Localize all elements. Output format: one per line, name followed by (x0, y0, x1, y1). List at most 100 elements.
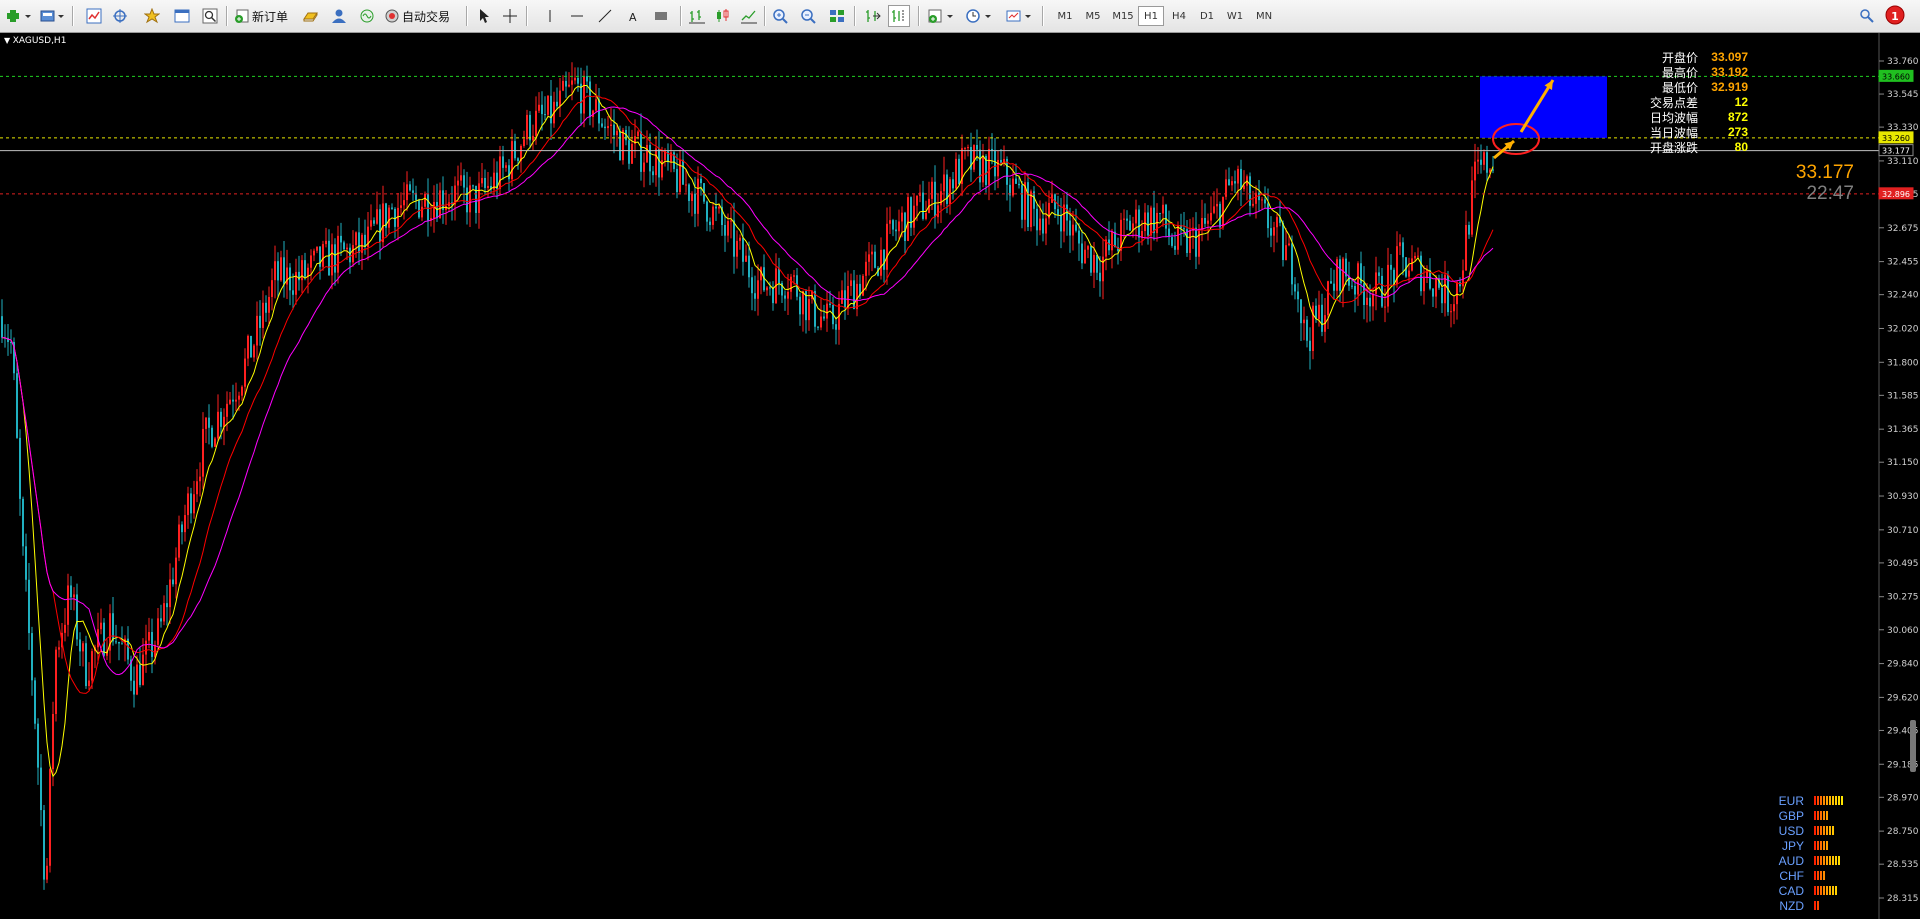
data-window-button[interactable] (110, 5, 130, 27)
candle-body (1255, 192, 1257, 204)
trendline-tool[interactable] (594, 5, 616, 27)
candle-body (271, 280, 273, 297)
timeframe-h1[interactable]: H1 (1138, 6, 1164, 26)
price-chart[interactable]: 33.76033.54533.33033.11032.89532.67532.4… (0, 33, 1920, 919)
horizontal-line-tool[interactable] (566, 5, 588, 27)
candle-body (790, 276, 792, 292)
candle-body (898, 221, 900, 232)
candle-body (178, 524, 180, 558)
candle-body (274, 261, 276, 281)
candle-body (685, 184, 687, 186)
candle-body (100, 622, 102, 630)
candle-body (85, 643, 87, 687)
chart-shift-button[interactable] (888, 5, 910, 27)
price-axis-label: 29.840 (1887, 660, 1919, 670)
autoscroll-button[interactable] (862, 5, 884, 27)
strength-bar (1814, 841, 1816, 850)
stat-value: 32.919 (1711, 80, 1748, 94)
currency-strength-row: GBP (1768, 808, 1828, 823)
candle-body (82, 643, 84, 652)
bar-chart-button[interactable] (686, 5, 708, 27)
candle-body (715, 206, 717, 209)
auto-trading-button[interactable]: 自动交易 (384, 5, 460, 27)
candlestick-button[interactable] (712, 5, 734, 27)
strategy-tester-button[interactable] (200, 5, 220, 27)
chart-menu-triangle-icon[interactable]: ▼ (4, 36, 13, 45)
indicators-button[interactable] (926, 5, 958, 27)
candle-body (802, 291, 804, 315)
zoom-out-button[interactable] (798, 5, 820, 27)
candle-body (46, 865, 48, 880)
candle-body (1414, 255, 1416, 259)
templates-button[interactable] (1004, 5, 1036, 27)
strength-bar (1829, 796, 1831, 805)
candle-body (1390, 264, 1392, 270)
timeframe-w1[interactable]: W1 (1222, 6, 1248, 26)
candle-body (946, 174, 948, 204)
timeframe-m1[interactable]: M1 (1052, 6, 1078, 26)
gold-bar-icon (303, 12, 318, 22)
svg-text:A: A (629, 11, 637, 24)
timeframe-mn[interactable]: MN (1250, 6, 1278, 26)
periodicity-button[interactable] (964, 5, 996, 27)
candle-body (988, 148, 990, 185)
candle-body (1090, 246, 1092, 273)
candle-body (316, 246, 318, 251)
candle-body (1282, 222, 1284, 261)
label-icon (655, 12, 667, 20)
vertical-line-tool[interactable] (540, 5, 560, 27)
new-chart-button[interactable] (4, 5, 34, 27)
candle-body (253, 345, 255, 358)
market-watch-button[interactable] (84, 5, 104, 27)
candle-body (175, 557, 177, 585)
candle-body (1303, 319, 1305, 324)
candle-body (1369, 297, 1371, 307)
strength-bar (1814, 811, 1816, 820)
candle-body (295, 271, 297, 295)
chart-shift-icon (892, 10, 904, 22)
tile-windows-button[interactable] (826, 5, 848, 27)
zoom-in-button[interactable] (770, 5, 792, 27)
timeframe-h4[interactable]: H4 (1166, 6, 1192, 26)
stat-value: 12 (1734, 95, 1748, 109)
terminal-button[interactable] (172, 5, 192, 27)
candle-body (508, 165, 510, 180)
timeframe-m15[interactable]: M15 (1108, 6, 1138, 26)
navigator-button[interactable] (142, 5, 162, 27)
candle-body (688, 184, 690, 202)
crosshair-tool[interactable] (500, 5, 520, 27)
new-order-icon (235, 9, 249, 23)
notifications-button[interactable]: 1 (1882, 4, 1908, 26)
vertical-scrollbar[interactable] (1910, 720, 1916, 772)
tile-windows-icon (830, 10, 844, 22)
price-axis-label: 31.150 (1887, 458, 1919, 468)
candle-body (328, 240, 330, 276)
candle-body (853, 280, 855, 310)
candle-body (1045, 218, 1047, 234)
label-tool[interactable] (650, 5, 672, 27)
line-chart-icon (741, 10, 757, 24)
candle-body (304, 260, 306, 277)
profiles-button[interactable] (38, 5, 68, 27)
signals-button[interactable] (356, 5, 378, 27)
cursor-tool[interactable] (474, 5, 494, 27)
candle-body (355, 232, 357, 246)
new-order-button[interactable]: 新订单 (234, 5, 294, 27)
text-tool[interactable]: A (622, 5, 644, 27)
candle-body (874, 251, 876, 268)
account-button[interactable] (328, 5, 350, 27)
candle-body (343, 242, 345, 250)
strength-bar (1823, 811, 1825, 820)
metaeditor-button[interactable] (300, 5, 322, 27)
candle-body (529, 114, 531, 141)
candle-body (994, 150, 996, 177)
candle-body (226, 403, 228, 417)
timeframe-d1[interactable]: D1 (1194, 6, 1220, 26)
search-button[interactable] (1856, 5, 1878, 27)
price-tag-label: 32.896 (1882, 190, 1910, 199)
candle-body (772, 288, 774, 304)
line-chart-button[interactable] (738, 5, 760, 27)
candle-body (1189, 230, 1191, 253)
candle-body (631, 143, 633, 164)
timeframe-m5[interactable]: M5 (1080, 6, 1106, 26)
